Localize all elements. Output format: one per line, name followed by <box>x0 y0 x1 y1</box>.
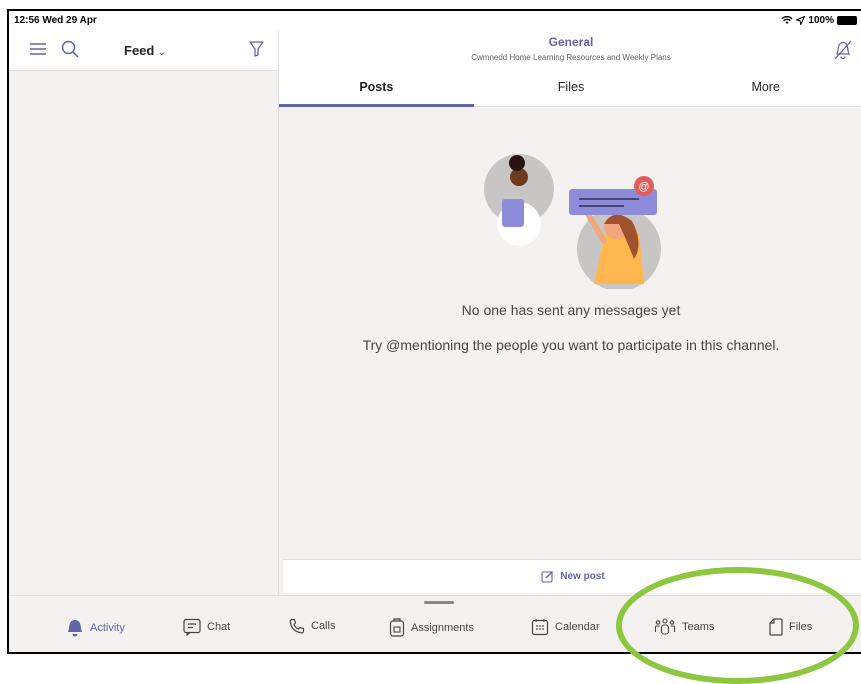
phone-icon <box>289 618 305 634</box>
feed-header: Feed ⌄ <box>9 31 278 71</box>
channel-header: General Cwmnedd Home Learning Resources … <box>279 31 861 71</box>
status-bar: 12:56 Wed 29 Apr 100% <box>9 11 861 31</box>
ipad-screen: 12:56 Wed 29 Apr 100% Feed ⌄ General Cwmn… <box>7 9 861 654</box>
activity-feed-pane: Feed ⌄ <box>9 31 279 599</box>
wifi-icon <box>781 16 793 24</box>
battery-percent: 100% <box>808 15 834 26</box>
filter-icon[interactable] <box>249 40 264 58</box>
nav-activity-label: Activity <box>90 622 125 634</box>
search-icon[interactable] <box>61 40 79 58</box>
nav-calls[interactable]: Calls <box>289 618 335 634</box>
svg-text:@: @ <box>638 181 649 193</box>
battery-icon <box>837 16 857 25</box>
location-icon <box>796 16 806 25</box>
tab-more[interactable]: More <box>668 71 861 106</box>
notifications-off-icon[interactable] <box>833 39 853 61</box>
calendar-icon <box>531 619 549 636</box>
nav-assignments[interactable]: Assignments <box>389 618 474 637</box>
channel-pane: General Cwmnedd Home Learning Resources … <box>279 31 861 599</box>
empty-channel-illustration: @ <box>484 154 661 289</box>
channel-team-name: Cwmnedd Home Learning Resources and Week… <box>471 53 671 62</box>
status-time: 12:56 Wed 29 Apr <box>14 15 97 26</box>
channel-tabs: Posts Files More <box>279 71 861 107</box>
tab-posts[interactable]: Posts <box>279 71 474 107</box>
compose-icon <box>541 571 554 583</box>
nav-calendar[interactable]: Calendar <box>531 618 600 636</box>
chat-icon <box>183 618 201 636</box>
drag-handle[interactable] <box>424 601 454 604</box>
feed-label: Feed <box>124 43 155 58</box>
bell-icon <box>68 620 82 637</box>
nav-assignments-label: Assignments <box>411 621 474 634</box>
empty-state-message: No one has sent any messages yet <box>461 302 681 318</box>
nav-activity[interactable]: Activity <box>66 618 125 638</box>
highlight-annotation-circle <box>616 567 859 684</box>
empty-state-hint: Try @mentioning the people you want to p… <box>362 337 780 353</box>
chevron-down-icon: ⌄ <box>157 47 166 58</box>
status-indicators: 100% <box>781 15 857 26</box>
nav-chat[interactable]: Chat <box>183 618 230 636</box>
nav-calendar-label: Calendar <box>555 621 600 633</box>
new-post-label: New post <box>560 571 605 582</box>
tab-files[interactable]: Files <box>474 71 669 106</box>
assignments-icon <box>389 618 405 637</box>
hamburger-menu-icon[interactable] <box>29 40 47 58</box>
channel-title: General <box>548 35 594 49</box>
nav-calls-label: Calls <box>311 620 336 632</box>
feed-dropdown[interactable]: Feed ⌄ <box>124 43 166 58</box>
nav-chat-label: Chat <box>207 621 231 633</box>
